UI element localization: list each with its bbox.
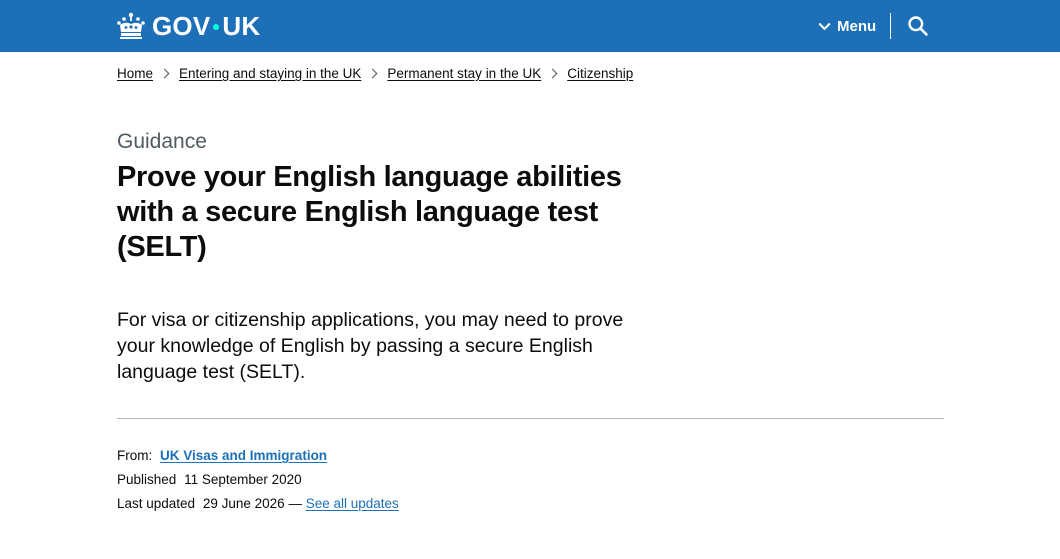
- breadcrumb-home[interactable]: Home: [117, 66, 153, 81]
- updated-separator: —: [288, 496, 302, 511]
- header-divider: [890, 13, 891, 39]
- menu-label: Menu: [837, 17, 877, 35]
- chevron-right-icon: [367, 68, 378, 79]
- menu-button[interactable]: Menu: [818, 14, 876, 38]
- section-divider: [117, 418, 944, 419]
- meta-from: From: UK Visas and Immigration: [117, 447, 327, 465]
- published-date: 11 September 2020: [184, 472, 302, 487]
- breadcrumb-permanent-stay[interactable]: Permanent stay in the UK: [387, 66, 541, 81]
- updated-label: Last updated: [117, 496, 196, 511]
- search-icon: [908, 16, 928, 36]
- govuk-logo-link[interactable]: GOV UK: [116, 10, 260, 42]
- from-label: From:: [117, 448, 153, 463]
- meta-last-updated: Last updated 29 June 2026 — See all upda…: [117, 495, 399, 513]
- search-button[interactable]: [907, 15, 929, 37]
- site-header: GOV UK Menu: [0, 0, 1060, 52]
- breadcrumb: Home Entering and staying in the UK Perm…: [117, 66, 633, 81]
- logo-text-uk: UK: [222, 10, 261, 41]
- logo-text-gov: GOV: [152, 10, 211, 41]
- published-label: Published: [117, 472, 177, 487]
- see-all-updates-link[interactable]: See all updates: [306, 496, 399, 511]
- chevron-right-icon: [159, 68, 170, 79]
- chevron-down-icon: [818, 22, 831, 30]
- page-title: Prove your English language abilities wi…: [117, 161, 622, 263]
- logo-wordmark: GOV UK: [152, 11, 260, 42]
- crown-icon: [117, 12, 145, 39]
- chevron-right-icon: [547, 68, 558, 79]
- breadcrumb-citizenship[interactable]: Citizenship: [567, 66, 633, 81]
- meta-published: Published 11 September 2020: [117, 471, 302, 489]
- breadcrumb-entering-staying[interactable]: Entering and staying in the UK: [179, 66, 361, 81]
- page-caption: Guidance: [117, 130, 207, 153]
- page-lede: For visa or citizenship applications, yo…: [117, 309, 624, 383]
- organisation-link[interactable]: UK Visas and Immigration: [160, 448, 327, 463]
- logo-dot: [213, 24, 220, 30]
- updated-date: 29 June 2026: [202, 496, 285, 511]
